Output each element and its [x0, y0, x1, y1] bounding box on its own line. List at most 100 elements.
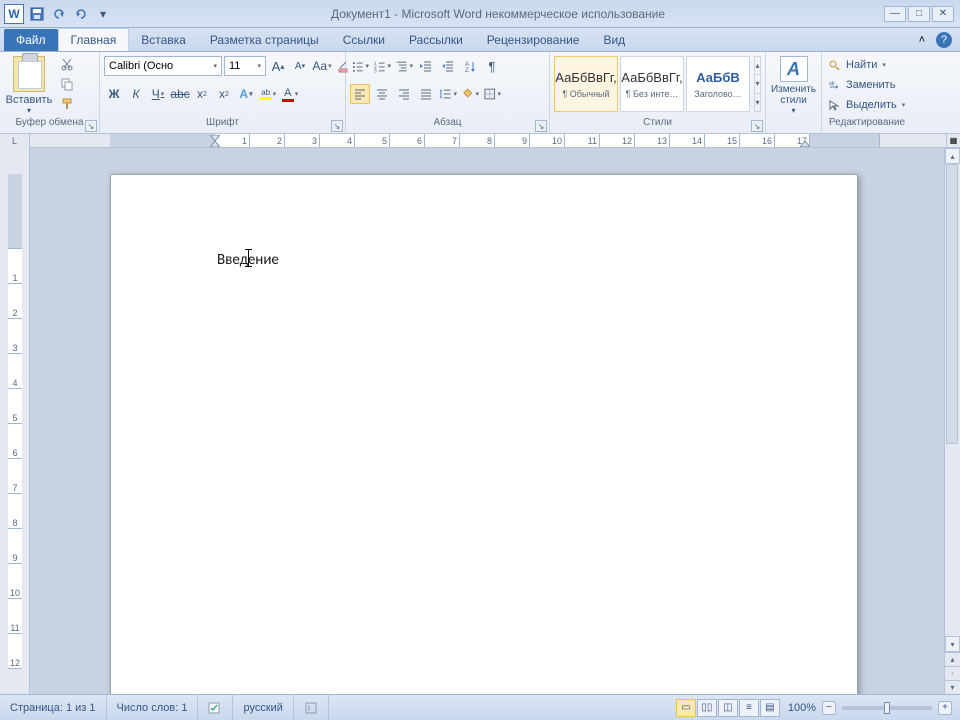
hanging-indent-marker[interactable] — [210, 141, 220, 147]
chevron-up-icon[interactable]: ▴ — [755, 57, 760, 75]
more-styles-icon[interactable]: ▾ — [755, 94, 760, 111]
chevron-down-icon[interactable]: ▾ — [755, 75, 760, 93]
increase-indent-button[interactable] — [438, 56, 458, 76]
align-left-button[interactable] — [350, 84, 370, 104]
dialog-launcher-icon[interactable]: ↘ — [751, 120, 763, 132]
tab-selector[interactable]: L — [0, 134, 30, 148]
justify-button[interactable] — [416, 84, 436, 104]
numbering-button[interactable]: 123▾ — [372, 56, 392, 76]
bullets-button[interactable]: ▾ — [350, 56, 370, 76]
scroll-down-button[interactable]: ▾ — [945, 636, 960, 652]
horizontal-ruler[interactable]: 123 456 789 101112 131415 1617 — [30, 134, 946, 147]
undo-button[interactable] — [50, 5, 68, 23]
find-button[interactable]: Найти ▾ — [826, 56, 907, 74]
tab-home[interactable]: Главная — [58, 28, 130, 51]
scrollbar-thumb[interactable] — [946, 164, 958, 444]
tab-mailings[interactable]: Рассылки — [397, 29, 475, 51]
draft-view[interactable]: ▤ — [760, 699, 780, 717]
group-label: Шрифт — [104, 117, 341, 133]
style-heading1[interactable]: АаБбВ Заголово… — [686, 56, 750, 112]
decrease-indent-button[interactable] — [416, 56, 436, 76]
minimize-ribbon-icon[interactable]: ˄ — [914, 32, 930, 48]
tab-review[interactable]: Рецензирование — [475, 29, 592, 51]
zoom-out-button[interactable]: − — [822, 701, 836, 715]
word-logo-icon[interactable]: W — [4, 4, 24, 24]
qat-customize-icon[interactable]: ▾ — [94, 5, 112, 23]
format-painter-button[interactable] — [58, 96, 76, 112]
shading-button[interactable]: ▾ — [460, 84, 480, 104]
vertical-scrollbar[interactable]: ▴ ▾ ▴ ◦ ▾ — [944, 148, 960, 694]
dialog-launcher-icon[interactable]: ↘ — [535, 120, 547, 132]
zoom-slider-thumb[interactable] — [884, 702, 890, 714]
status-language[interactable]: русский — [233, 695, 293, 720]
align-right-button[interactable] — [394, 84, 414, 104]
fullscreen-reading-view[interactable]: ▯▯ — [697, 699, 717, 717]
font-size-combo[interactable]: 11▾ — [224, 56, 266, 76]
paste-button[interactable]: Вставить ▾ — [4, 54, 54, 115]
outline-view[interactable]: ≡ — [739, 699, 759, 717]
scroll-up-button[interactable]: ▴ — [945, 148, 960, 164]
scrollbar-track[interactable] — [945, 164, 960, 636]
dialog-launcher-icon[interactable]: ↘ — [85, 120, 97, 132]
status-proofing[interactable] — [198, 695, 233, 720]
tab-insert[interactable]: Вставка — [129, 29, 198, 51]
browse-object-button[interactable]: ◦ — [945, 666, 960, 680]
replace-button[interactable]: ab Заменить — [826, 76, 907, 94]
vertical-ruler[interactable]: 1 2 3 4 5 6 7 8 9 10 11 12 — [0, 148, 30, 694]
line-spacing-button[interactable]: ▾ — [438, 84, 458, 104]
style-no-spacing[interactable]: АаБбВвГг, ¶ Без инте… — [620, 56, 684, 112]
change-styles-button[interactable]: A Изменить стили ▾ — [770, 56, 817, 115]
document-text[interactable]: Введение — [217, 251, 279, 269]
highlight-button[interactable]: ab▾ — [258, 84, 278, 104]
save-button[interactable] — [28, 5, 46, 23]
group-styles: АаБбВвГг, ¶ Обычный АаБбВвГг, ¶ Без инте… — [550, 52, 766, 133]
select-button[interactable]: Выделить ▾ — [826, 96, 907, 114]
style-normal[interactable]: АаБбВвГг, ¶ Обычный — [554, 56, 618, 112]
sort-button[interactable]: AZ — [460, 56, 480, 76]
copy-button[interactable] — [58, 76, 76, 92]
close-button[interactable]: ✕ — [932, 6, 954, 22]
group-label: Абзац — [350, 117, 545, 133]
show-marks-button[interactable]: ¶ — [482, 56, 502, 76]
font-name-combo[interactable]: Calibri (Осно▾ — [104, 56, 222, 76]
zoom-in-button[interactable]: + — [938, 701, 952, 715]
font-color-button[interactable]: A▾ — [280, 84, 300, 104]
tab-file[interactable]: Файл — [4, 29, 58, 51]
maximize-button[interactable]: □ — [908, 6, 930, 22]
styles-scroll[interactable]: ▴ ▾ ▾ — [754, 56, 761, 112]
zoom-level[interactable]: 100% — [788, 702, 816, 714]
tab-page-layout[interactable]: Разметка страницы — [198, 29, 331, 51]
italic-button[interactable]: К — [126, 84, 146, 104]
right-indent-marker[interactable] — [800, 141, 810, 147]
document-area[interactable]: Введение — [30, 148, 944, 694]
dialog-launcher-icon[interactable]: ↘ — [331, 120, 343, 132]
multilevel-list-button[interactable]: ▾ — [394, 56, 414, 76]
change-case-button[interactable]: Aa▾ — [312, 56, 332, 76]
status-insert-mode[interactable] — [294, 695, 329, 720]
underline-button[interactable]: Ч▾ — [148, 84, 168, 104]
status-page[interactable]: Страница: 1 из 1 — [0, 695, 107, 720]
tab-references[interactable]: Ссылки — [331, 29, 397, 51]
help-icon[interactable]: ? — [936, 32, 952, 48]
prev-page-button[interactable]: ▴ — [945, 652, 960, 666]
page[interactable]: Введение — [110, 174, 858, 694]
bold-button[interactable]: Ж — [104, 84, 124, 104]
borders-button[interactable]: ▾ — [482, 84, 502, 104]
tab-view[interactable]: Вид — [591, 29, 637, 51]
redo-button[interactable] — [72, 5, 90, 23]
status-word-count[interactable]: Число слов: 1 — [107, 695, 199, 720]
strikethrough-button[interactable]: abc — [170, 84, 190, 104]
superscript-button[interactable]: x2 — [214, 84, 234, 104]
web-layout-view[interactable]: ◫ — [718, 699, 738, 717]
shrink-font-button[interactable]: A▾ — [290, 56, 310, 76]
next-page-button[interactable]: ▾ — [945, 680, 960, 694]
cut-button[interactable] — [58, 56, 76, 72]
grow-font-button[interactable]: A▴ — [268, 56, 288, 76]
subscript-button[interactable]: x2 — [192, 84, 212, 104]
print-layout-view[interactable]: ▭ — [676, 699, 696, 717]
text-effects-button[interactable]: A▾ — [236, 84, 256, 104]
minimize-button[interactable]: — — [884, 6, 906, 22]
view-ruler-toggle[interactable]: ▦ — [946, 134, 960, 147]
align-center-button[interactable] — [372, 84, 392, 104]
zoom-slider[interactable] — [842, 706, 932, 710]
